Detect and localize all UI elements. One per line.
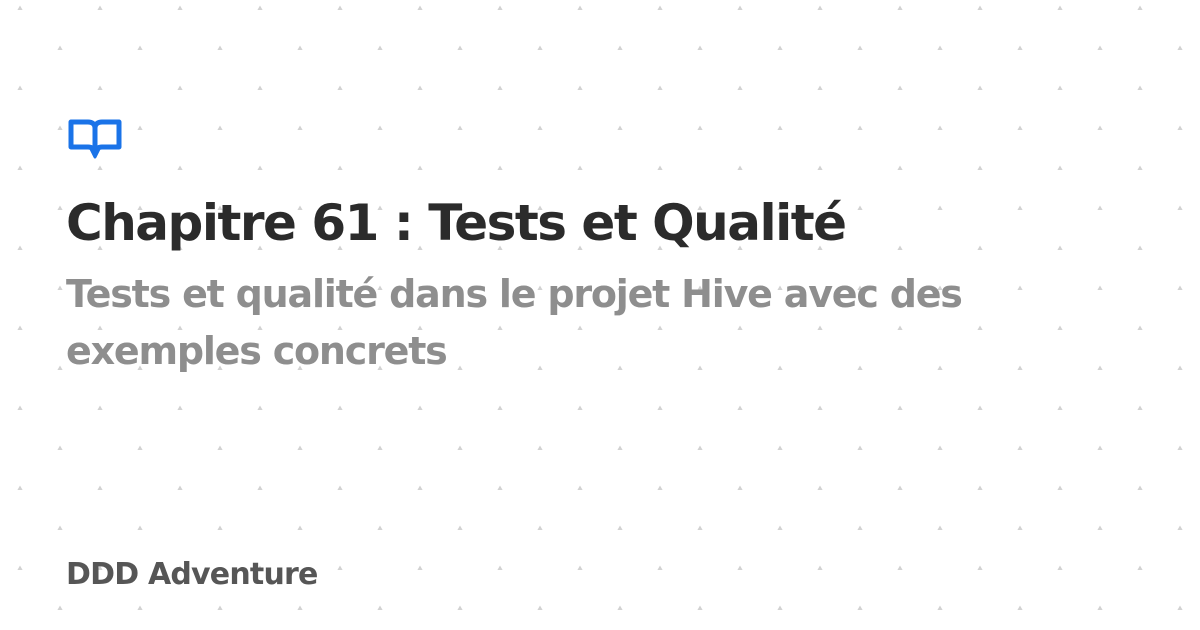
share-card: Chapitre 61 : Tests et Qualité Tests et … bbox=[0, 0, 1200, 630]
open-book-icon bbox=[68, 119, 122, 159]
page-title: Chapitre 61 : Tests et Qualité bbox=[66, 194, 847, 252]
brand-name: DDD Adventure bbox=[66, 557, 318, 592]
page-subtitle: Tests et qualité dans le projet Hive ave… bbox=[66, 272, 963, 373]
